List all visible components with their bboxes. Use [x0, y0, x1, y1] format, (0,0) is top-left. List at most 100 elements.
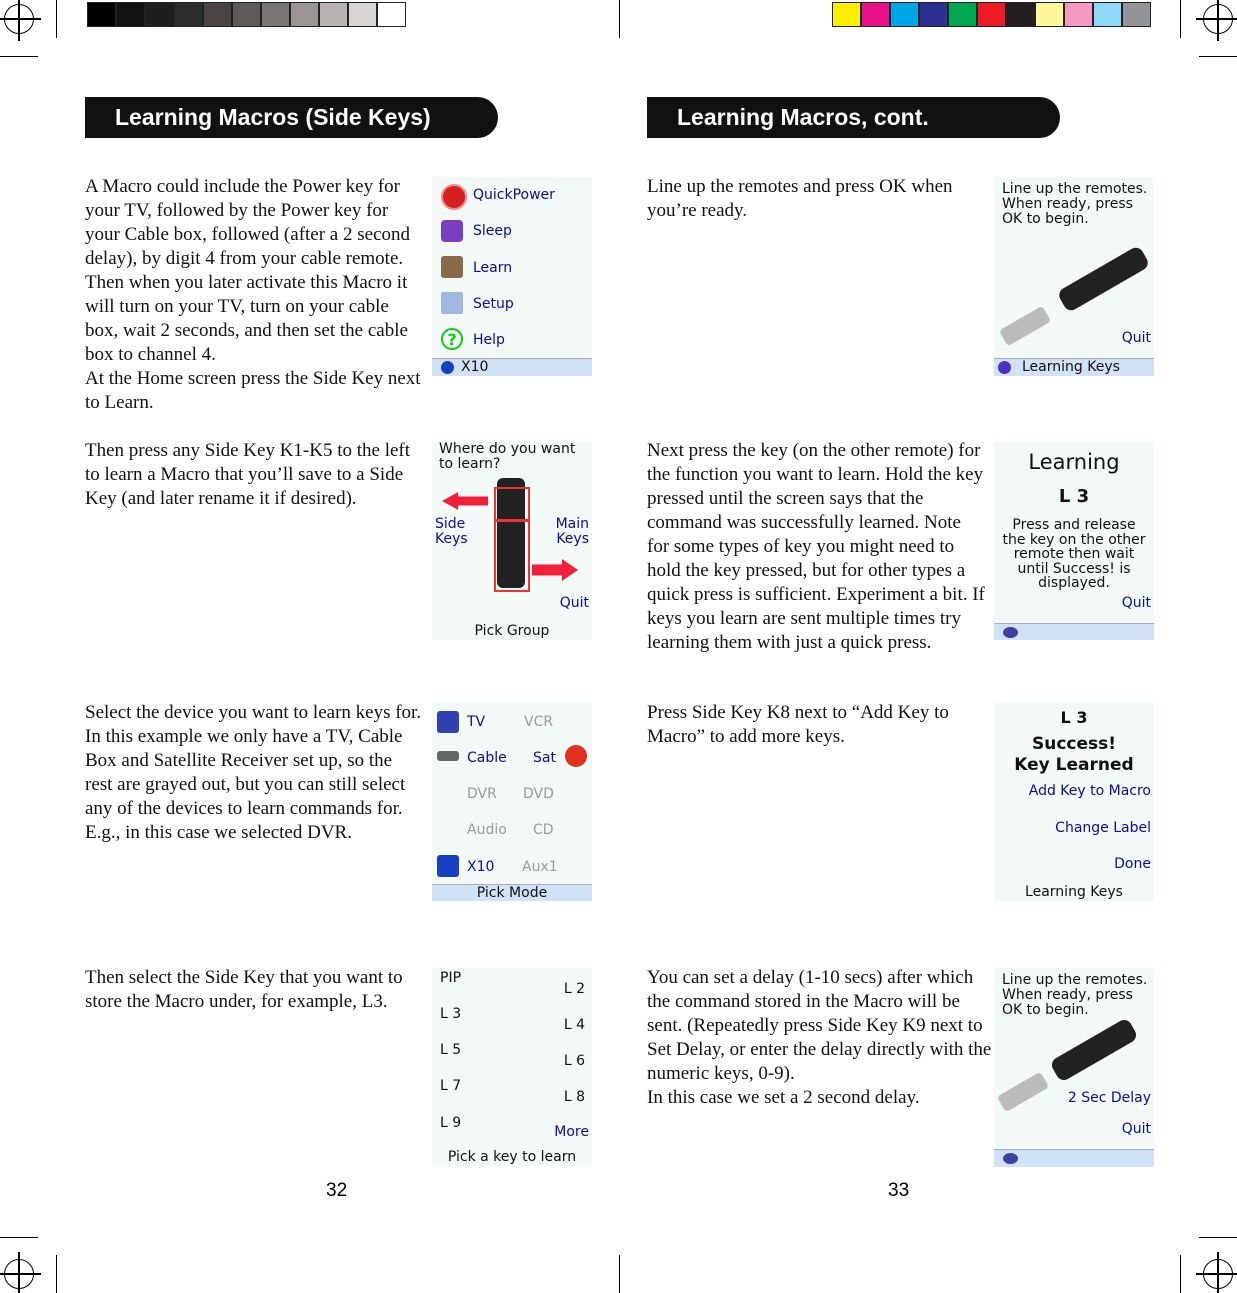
gray-swatch [377, 2, 406, 27]
learning-screen: Learning L 3 Press and release the key o… [994, 442, 1154, 640]
other-remote-image [998, 305, 1052, 347]
menu-learn[interactable]: Learn [473, 260, 512, 276]
crop-mark [1199, 1237, 1237, 1238]
menu-setup[interactable]: Setup [473, 296, 514, 312]
crop-mark [0, 1237, 38, 1238]
other-remote-image [996, 1071, 1050, 1113]
key-l9[interactable]: L 9 [440, 1115, 461, 1131]
device-icon [1003, 1153, 1018, 1164]
device-sat[interactable]: Sat [533, 750, 556, 766]
remote-image [1056, 244, 1151, 314]
gray-swatch [203, 2, 232, 27]
paragraph: Then press any Side Key K1-K5 to the lef… [85, 440, 411, 509]
home-screen: ? QuickPower Sleep Learn Setup Help X10 [432, 177, 592, 376]
sleep-icon [441, 220, 463, 242]
color-swatch [1093, 2, 1122, 27]
device-audio[interactable]: Audio [467, 822, 507, 838]
color-swatch [832, 2, 861, 27]
device-x10[interactable]: X10 [467, 859, 494, 875]
crop-mark [619, 1255, 620, 1293]
right-page-title: Learning Macros, cont. [647, 97, 1060, 138]
left-page-title: Learning Macros (Side Keys) [85, 97, 498, 138]
set-delay-option[interactable]: 2 Sec Delay [1068, 1090, 1151, 1106]
more-option[interactable]: More [554, 1124, 589, 1140]
device-cable[interactable]: Cable [467, 750, 507, 766]
key-label: L 3 [1060, 708, 1088, 727]
gray-swatch [232, 2, 261, 27]
status-bar [994, 623, 1154, 640]
add-key-to-macro-option[interactable]: Add Key to Macro [1029, 783, 1151, 799]
device-tv[interactable]: TV [467, 714, 485, 730]
menu-sleep[interactable]: Sleep [473, 223, 512, 239]
setup-icon [441, 292, 463, 314]
device-aux1[interactable]: Aux1 [522, 859, 558, 875]
cable-icon [437, 751, 459, 761]
footer-label: Pick Group [474, 623, 550, 639]
tv-icon [437, 711, 459, 733]
pick-group-screen: Where do you want to learn? Side Keys Ma… [432, 442, 592, 640]
menu-quickpower[interactable]: QuickPower [473, 187, 555, 203]
success-message: Success! [1031, 734, 1117, 754]
learn-icon [441, 256, 463, 278]
status-bar-label: Pick Mode [476, 885, 548, 901]
instructions: Press and release the key on the other r… [1002, 517, 1146, 591]
key-pip[interactable]: PIP [440, 970, 461, 986]
pick-mode-screen: TV VCR Cable Sat DVR DVD Audio CD X10 Au… [432, 703, 592, 901]
key-l6[interactable]: L 6 [564, 1053, 585, 1069]
device-dvr[interactable]: DVR [467, 786, 497, 802]
delay-screen: Line up the remotes. When ready, press O… [994, 968, 1154, 1167]
satellite-icon [565, 745, 587, 767]
color-swatch [890, 2, 919, 27]
quit-option[interactable]: Quit [560, 595, 589, 611]
gray-swatch [116, 2, 145, 27]
quit-option[interactable]: Quit [1122, 330, 1151, 346]
gray-swatch [261, 2, 290, 27]
page-number: 32 [326, 1180, 348, 1201]
key-l2[interactable]: L 2 [564, 981, 585, 997]
gray-swatch [87, 2, 116, 27]
color-swatch [977, 2, 1006, 27]
key-l4[interactable]: L 4 [564, 1017, 585, 1033]
screen-title: Learning [1028, 450, 1120, 474]
crop-mark [1180, 0, 1181, 38]
key-learned-message: Key Learned [1014, 755, 1134, 775]
main-keys-option[interactable]: Main Keys [556, 517, 589, 547]
highlight-box [494, 520, 530, 592]
color-swatch [861, 2, 890, 27]
x10-icon [441, 361, 454, 374]
device-dvd[interactable]: DVD [523, 786, 554, 802]
key-l7[interactable]: L 7 [440, 1078, 461, 1094]
color-swatch [919, 2, 948, 27]
quit-option[interactable]: Quit [1122, 595, 1151, 611]
key-l8[interactable]: L 8 [564, 1089, 585, 1105]
device-icon [1003, 627, 1018, 638]
color-swatch [1035, 2, 1064, 27]
paragraph: Then select the Side Key that you want t… [85, 967, 403, 1012]
key-l5[interactable]: L 5 [440, 1042, 461, 1058]
gray-swatch [145, 2, 174, 27]
success-screen: L 3 Success! Key Learned Add Key to Macr… [994, 703, 1154, 901]
help-icon: ? [441, 328, 463, 350]
device-vcr[interactable]: VCR [524, 714, 553, 730]
color-swatch [1064, 2, 1093, 27]
color-swatch [1006, 2, 1035, 27]
arrow-right-icon [532, 559, 578, 581]
menu-help[interactable]: Help [473, 332, 505, 348]
footer-label: Pick a key to learn [447, 1149, 577, 1165]
crop-mark [619, 0, 620, 38]
device-cd[interactable]: CD [533, 822, 554, 838]
highlight-box [494, 487, 530, 521]
quit-option[interactable]: Quit [1122, 1121, 1151, 1137]
learn-status-icon [998, 361, 1011, 374]
status-bar [994, 1149, 1154, 1167]
done-option[interactable]: Done [1114, 856, 1151, 872]
registration-mark [1196, 1252, 1237, 1293]
side-keys-option[interactable]: Side Keys [435, 517, 468, 547]
prompt: Line up the remotes. When ready, press O… [1002, 181, 1148, 227]
key-l3[interactable]: L 3 [440, 1006, 461, 1022]
color-swatch [1122, 2, 1151, 27]
crop-mark [1180, 1255, 1181, 1293]
change-label-option[interactable]: Change Label [1055, 820, 1151, 836]
arrow-left-icon [442, 492, 488, 510]
gray-swatch [348, 2, 377, 27]
